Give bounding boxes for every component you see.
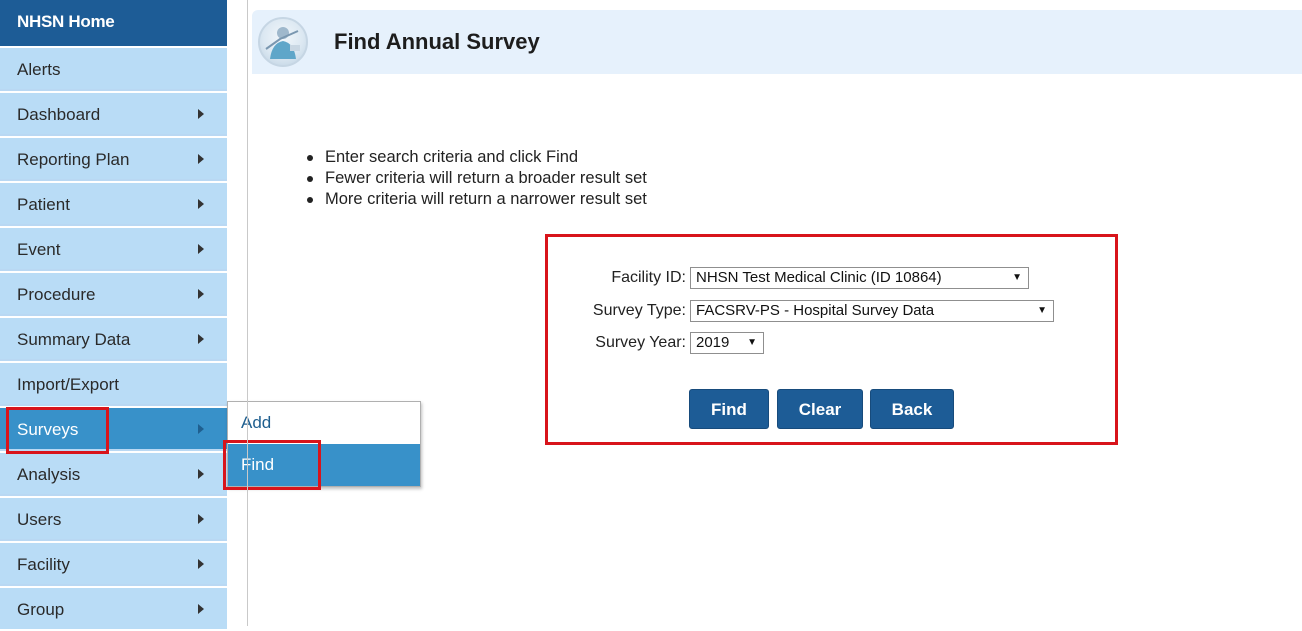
dropdown-arrow-icon: ▼	[1037, 305, 1047, 316]
chevron-right-icon	[198, 154, 204, 164]
nhsn-home-link[interactable]: NHSN Home	[0, 0, 227, 46]
sidebar-item-users[interactable]: Users	[0, 496, 227, 539]
page-header: Find Annual Survey	[252, 10, 1302, 74]
sidebar-item-label: Alerts	[17, 60, 61, 79]
chevron-right-icon	[198, 109, 204, 119]
sidebar-item-label: Reporting Plan	[17, 150, 130, 169]
sidebar-item-label: Patient	[17, 195, 70, 214]
sidebar-item-dashboard[interactable]: Dashboard	[0, 91, 227, 134]
survey-type-value: FACSRV-PS - Hospital Survey Data	[696, 302, 935, 319]
sidebar-item-label: Procedure	[17, 285, 96, 304]
clear-button[interactable]: Clear	[777, 389, 863, 429]
facility-id-select[interactable]: NHSN Test Medical Clinic (ID 10864) ▼	[690, 267, 1029, 289]
survey-year-value: 2019	[696, 334, 730, 351]
sidebar-item-facility[interactable]: Facility	[0, 541, 227, 584]
facility-id-value: NHSN Test Medical Clinic (ID 10864)	[696, 269, 942, 286]
chevron-right-icon	[198, 514, 204, 524]
sidebar-item-alerts[interactable]: Alerts	[0, 46, 227, 89]
sidebar-item-label: Facility	[17, 555, 70, 574]
chevron-right-icon	[198, 604, 204, 614]
dropdown-arrow-icon: ▼	[747, 337, 757, 348]
sidebar-item-label: Dashboard	[17, 105, 101, 124]
chevron-right-icon	[198, 559, 204, 569]
chevron-right-icon	[198, 199, 204, 209]
sidebar-item-label: Users	[17, 510, 62, 529]
sidebar-nav: NHSN Home Alerts Dashboard Reporting Pla…	[0, 0, 227, 629]
facility-id-label: Facility ID:	[611, 269, 686, 286]
sidebar-item-summary-data[interactable]: Summary Data	[0, 316, 227, 359]
sidebar-item-reporting-plan[interactable]: Reporting Plan	[0, 136, 227, 179]
sidebar-item-patient[interactable]: Patient	[0, 181, 227, 224]
sidebar-item-label: Surveys	[17, 420, 79, 439]
survey-type-select[interactable]: FACSRV-PS - Hospital Survey Data ▼	[690, 300, 1054, 322]
sidebar-item-event[interactable]: Event	[0, 226, 227, 269]
submenu-item-add[interactable]: Add	[228, 402, 420, 444]
chevron-right-icon	[198, 469, 204, 479]
instruction-item: Fewer criteria will return a broader res…	[300, 168, 647, 189]
sidebar-item-label: Import/Export	[17, 375, 120, 394]
chevron-right-icon	[198, 244, 204, 254]
sidebar-item-procedure[interactable]: Procedure	[0, 271, 227, 314]
sidebar-item-label: Analysis	[17, 465, 81, 484]
nurse-avatar-icon	[258, 17, 308, 67]
survey-year-label: Survey Year:	[595, 334, 686, 351]
sidebar-item-label: Summary Data	[17, 330, 131, 349]
dropdown-arrow-icon: ▼	[1012, 272, 1022, 283]
sidebar-item-group[interactable]: Group	[0, 586, 227, 629]
submenu-item-find[interactable]: Find	[228, 444, 420, 486]
chevron-right-icon	[198, 289, 204, 299]
sidebar-item-label: Group	[17, 600, 65, 619]
sidebar-item-label: Event	[17, 240, 61, 259]
survey-type-label: Survey Type:	[592, 302, 686, 319]
instruction-item: Enter search criteria and click Find	[300, 147, 647, 168]
surveys-submenu: Add Find	[227, 401, 421, 487]
page-title: Find Annual Survey	[334, 29, 540, 54]
sidebar-item-surveys[interactable]: Surveys	[0, 406, 227, 449]
find-button[interactable]: Find	[689, 389, 769, 429]
sidebar-item-analysis[interactable]: Analysis	[0, 451, 227, 494]
survey-year-select[interactable]: 2019 ▼	[690, 332, 764, 354]
chevron-right-icon	[198, 334, 204, 344]
sidebar-item-import-export[interactable]: Import/Export	[0, 361, 227, 404]
chevron-right-icon	[198, 424, 204, 434]
instruction-list: Enter search criteria and click Find Few…	[300, 147, 647, 210]
content-divider	[247, 0, 248, 626]
instruction-item: More criteria will return a narrower res…	[300, 189, 647, 210]
back-button[interactable]: Back	[870, 389, 954, 429]
